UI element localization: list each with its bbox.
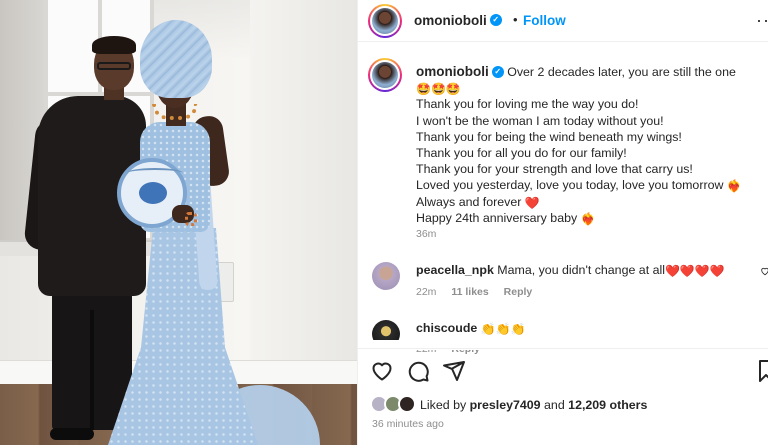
caption-line: I won't be the woman I am today without … bbox=[416, 113, 760, 129]
caption-line-text: Loved you yesterday, love you today, lov… bbox=[416, 178, 724, 193]
coral-bracelet bbox=[185, 212, 197, 226]
caption-line: Always and forever ❤️ bbox=[416, 194, 760, 210]
liker-avatar bbox=[398, 395, 416, 413]
fan-lettering bbox=[127, 168, 183, 178]
comment-username[interactable]: chiscoude bbox=[416, 321, 477, 335]
comment-like-icon[interactable] bbox=[760, 266, 768, 276]
comment-body: Mama, you didn't change at all bbox=[497, 263, 665, 277]
heart-on-fire-emoji: ❤️‍🔥 bbox=[580, 211, 596, 226]
likes-summary: Liked by presley7409 and 12,209 others bbox=[358, 392, 768, 416]
heart-icon[interactable] bbox=[370, 359, 394, 383]
caption-text: Over 2 decades later, you are still the … bbox=[507, 65, 736, 79]
liker-username[interactable]: presley7409 bbox=[470, 398, 541, 412]
author-username-text[interactable]: omonioboli bbox=[414, 13, 487, 28]
caption-line: Thank you for your strength and love tha… bbox=[416, 161, 760, 177]
comment-meta: 22m 11 likes Reply bbox=[416, 286, 544, 298]
post-actions bbox=[358, 348, 768, 388]
man-glasses bbox=[97, 62, 131, 70]
comment-text: peacella_npk Mama, you didn't change at … bbox=[416, 263, 725, 277]
caption-body: omonioboli ✓ Over 2 decades later, you ar… bbox=[416, 64, 760, 226]
comment-likes[interactable]: 11 likes bbox=[451, 286, 488, 298]
post-header: omonioboli✓ • Follow ··· bbox=[358, 0, 768, 42]
post-timestamp[interactable]: 36 minutes ago bbox=[372, 418, 444, 430]
man-hair bbox=[92, 36, 136, 54]
post-photo[interactable] bbox=[0, 0, 357, 445]
comment-text: chiscoude 👏👏👏 bbox=[416, 321, 526, 335]
more-options-icon[interactable]: ··· bbox=[756, 10, 768, 31]
heart-on-fire-emoji: ❤️‍🔥 bbox=[726, 179, 742, 194]
follow-button[interactable]: Follow bbox=[523, 13, 566, 28]
caption-username[interactable]: omonioboli bbox=[416, 64, 489, 79]
caption-line: Thank you for all you do for our family! bbox=[416, 145, 760, 161]
caption-line: Loved you yesterday, love you today, lov… bbox=[416, 177, 760, 193]
caption-timestamp[interactable]: 36m bbox=[416, 228, 436, 240]
star-struck-emoji: 🤩🤩🤩 bbox=[416, 82, 461, 97]
caption-line: Thank you for being the wind beneath my … bbox=[416, 129, 760, 145]
caption-line-text: Thank you for your strength and love tha… bbox=[416, 162, 693, 177]
verified-badge-icon: ✓ bbox=[489, 14, 502, 27]
caption-line-text: Thank you for being the wind beneath my … bbox=[416, 129, 682, 144]
caption-line: Happy 24th anniversary baby ❤️‍🔥 bbox=[416, 210, 760, 226]
bookmark-icon[interactable] bbox=[758, 359, 768, 383]
caption-line-text: Thank you for all you do for our family! bbox=[416, 146, 627, 161]
commenter-avatar[interactable] bbox=[372, 262, 400, 290]
comment-icon[interactable] bbox=[406, 359, 430, 383]
separator-dot: • bbox=[513, 12, 518, 27]
caption-line-text: I won't be the woman I am today without … bbox=[416, 113, 664, 128]
comment-username[interactable]: peacella_npk bbox=[416, 263, 494, 277]
caption-line: Thank you for loving me the way you do! bbox=[416, 96, 760, 112]
share-icon[interactable] bbox=[442, 359, 466, 383]
reply-button[interactable]: Reply bbox=[504, 286, 533, 298]
caption-line-text: Thank you for loving me the way you do! bbox=[416, 97, 639, 112]
likes-others[interactable]: 12,209 others bbox=[568, 398, 647, 412]
author-avatar[interactable] bbox=[368, 4, 402, 38]
caption-line-text: Happy 24th anniversary baby bbox=[416, 210, 578, 225]
gele-headwrap bbox=[140, 20, 212, 98]
man-legs bbox=[52, 290, 132, 430]
clapping-hands-emoji: 👏👏👏 bbox=[480, 322, 526, 336]
author-username[interactable]: omonioboli ✓ bbox=[414, 13, 502, 28]
caption-avatar[interactable] bbox=[368, 58, 402, 92]
man-shoe bbox=[50, 428, 94, 440]
post-side-panel: omonioboli✓ • Follow ··· omonioboli✓ Ove… bbox=[357, 0, 768, 445]
likes-connector: and bbox=[544, 398, 565, 412]
likes-text: Liked by presley7409 and 12,209 others bbox=[420, 398, 647, 412]
red-heart-emoji: ❤️❤️❤️❤️ bbox=[664, 264, 725, 278]
comment-time[interactable]: 22m bbox=[416, 286, 436, 298]
red-heart-emoji: ❤️ bbox=[524, 195, 540, 210]
caption-first-line: omonioboli ✓ Over 2 decades later, you ar… bbox=[416, 64, 760, 96]
fan-flower bbox=[139, 182, 167, 204]
likes-prefix: Liked by bbox=[420, 398, 467, 412]
wall bbox=[250, 0, 357, 370]
caption-line-text: Always and forever bbox=[416, 194, 522, 209]
verified-badge-icon: ✓ bbox=[491, 65, 504, 78]
